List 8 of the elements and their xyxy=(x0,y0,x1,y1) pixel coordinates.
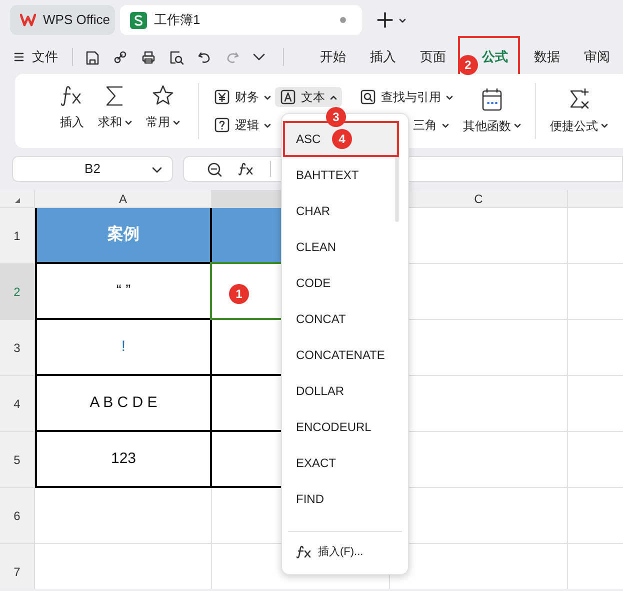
table-cell: ! xyxy=(35,320,212,376)
table-cell: 123 xyxy=(35,432,212,488)
table-cell: 案例 xyxy=(35,208,212,264)
step-badge: 3 xyxy=(326,107,346,127)
step-badge: 2 xyxy=(458,55,478,76)
table-cell: A B C D E xyxy=(35,376,212,432)
step-badge: 1 xyxy=(229,284,249,304)
table-cell: “ ” xyxy=(35,264,212,320)
